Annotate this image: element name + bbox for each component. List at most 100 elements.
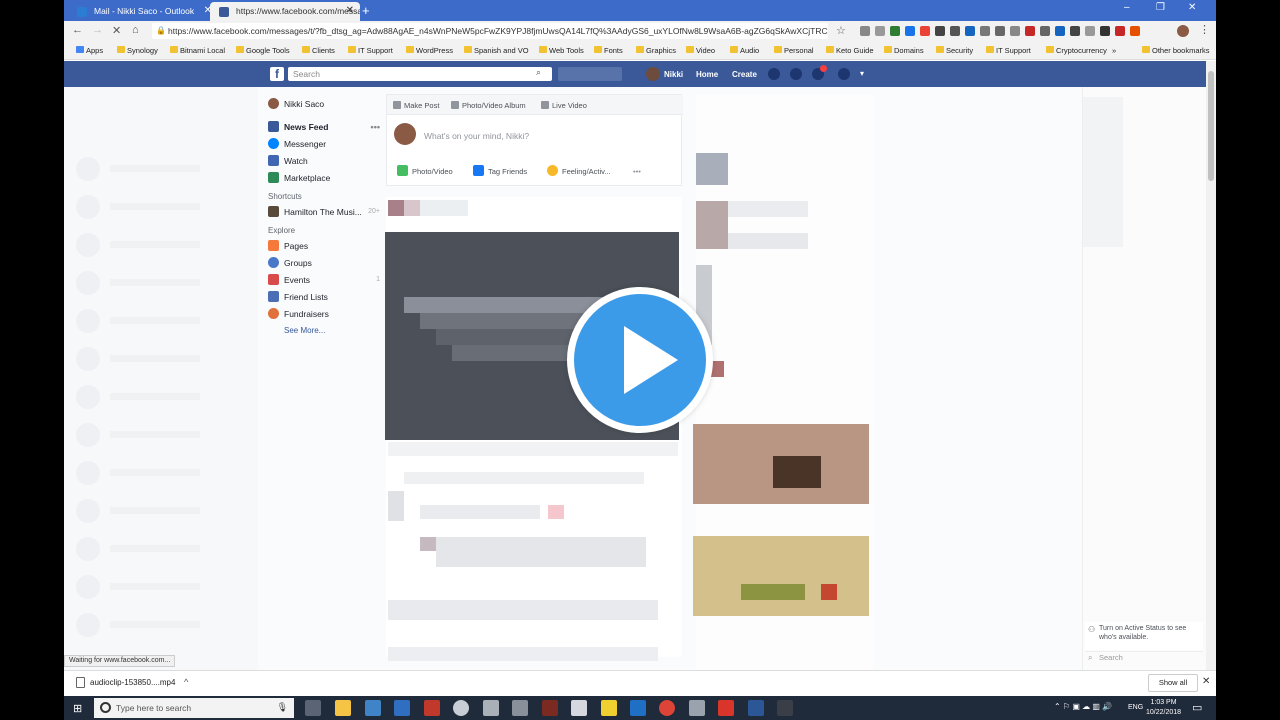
stop-icon[interactable]: ✕: [112, 24, 121, 37]
calculator-icon[interactable]: [483, 700, 499, 716]
bookmark-folder[interactable]: Audio: [730, 46, 759, 55]
extension-icon[interactable]: [1115, 26, 1125, 36]
bookmark-folder[interactable]: Google Tools: [236, 46, 290, 55]
clock-app-icon[interactable]: [453, 700, 469, 716]
outlook-icon[interactable]: [630, 700, 646, 716]
bookmark-folder[interactable]: Fonts: [594, 46, 623, 55]
photo-video-button[interactable]: Photo/Video: [397, 165, 453, 176]
maximize-button[interactable]: ❐: [1156, 2, 1165, 13]
action-center-icon[interactable]: ▭: [1192, 701, 1202, 714]
nav-events[interactable]: Events 1: [268, 271, 380, 288]
composer-input[interactable]: What's on your mind, Nikki?: [424, 131, 529, 141]
extension-icon[interactable]: [1040, 26, 1050, 36]
extension-icon[interactable]: [1070, 26, 1080, 36]
word-icon[interactable]: [748, 700, 764, 716]
account-menu-icon[interactable]: ▾: [860, 68, 872, 80]
bookmark-folder[interactable]: Video: [686, 46, 715, 55]
bookmark-folder[interactable]: Cryptocurrency: [1046, 46, 1107, 55]
nav-groups[interactable]: Groups: [268, 254, 380, 271]
sticky-notes-icon[interactable]: [601, 700, 617, 716]
nav-fundraisers[interactable]: Fundraisers: [268, 305, 380, 322]
acrobat-icon[interactable]: [718, 700, 734, 716]
close-tab-icon[interactable]: ✕: [346, 5, 354, 16]
see-more-link[interactable]: See More...: [268, 322, 380, 339]
bookmark-folder[interactable]: IT Support: [986, 46, 1031, 55]
microphone-icon[interactable]: 🎙: [277, 702, 288, 713]
search-icon[interactable]: ⌕: [536, 67, 541, 78]
nav-friend-lists[interactable]: Friend Lists: [268, 288, 380, 305]
extension-icon[interactable]: [1100, 26, 1110, 36]
photo-album-tab[interactable]: Photo/Video Album: [451, 101, 526, 110]
tag-friends-button[interactable]: Tag Friends: [473, 165, 527, 176]
play-button[interactable]: [567, 287, 713, 433]
bookmark-folder[interactable]: Clients: [302, 46, 335, 55]
language-indicator[interactable]: ENG: [1128, 704, 1143, 711]
app-icon[interactable]: [777, 700, 793, 716]
extension-icon[interactable]: [905, 26, 915, 36]
extension-icon[interactable]: [875, 26, 885, 36]
url-bar[interactable]: 🔒 https://www.facebook.com/messages/t/?f…: [152, 23, 828, 39]
more-actions-icon[interactable]: •••: [633, 167, 641, 176]
download-item[interactable]: audioclip-153850....mp4: [76, 677, 175, 688]
bookmark-folder[interactable]: Security: [936, 46, 973, 55]
app-icon[interactable]: [394, 700, 410, 716]
app-icon[interactable]: [689, 700, 705, 716]
active-status-prompt[interactable]: ⚇ Turn on Active Status to see who's ava…: [1085, 622, 1203, 650]
minimize-button[interactable]: –: [1124, 2, 1130, 13]
bookmark-star-icon[interactable]: ☆: [836, 24, 846, 37]
app-icon[interactable]: [512, 700, 528, 716]
app-icon[interactable]: [542, 700, 558, 716]
messenger-icon[interactable]: [790, 68, 802, 80]
bookmark-folder[interactable]: Keto Guide: [826, 46, 874, 55]
browser-menu-icon[interactable]: ⋮: [1199, 23, 1210, 36]
shortcut-hamilton[interactable]: Hamilton The Musi... 20+: [268, 203, 380, 220]
bookmark-folder[interactable]: Other bookmarks: [1142, 46, 1210, 55]
taskbar-clock[interactable]: 1:03 PM 10/22/2018: [1146, 698, 1181, 718]
nav-pages[interactable]: Pages: [268, 237, 380, 254]
bookmarks-overflow[interactable]: »: [1112, 46, 1116, 55]
nav-messenger[interactable]: Messenger: [268, 135, 380, 152]
extension-icon[interactable]: [890, 26, 900, 36]
extension-icon[interactable]: [935, 26, 945, 36]
tab-facebook[interactable]: https://www.facebook.com/messages/t/?fb_…: [210, 2, 360, 21]
extension-icon[interactable]: [1025, 26, 1035, 36]
windows-start-icon[interactable]: ⊞: [73, 702, 82, 715]
more-options-icon[interactable]: •••: [371, 122, 380, 132]
extension-icon[interactable]: [920, 26, 930, 36]
live-video-tab[interactable]: Live Video: [541, 101, 587, 110]
chevron-up-icon[interactable]: ^: [184, 677, 188, 687]
home-link[interactable]: Home: [696, 70, 718, 79]
nav-marketplace[interactable]: Marketplace: [268, 169, 380, 186]
bookmark-folder[interactable]: Personal: [774, 46, 814, 55]
nav-news-feed[interactable]: News Feed •••: [268, 118, 380, 135]
show-all-button[interactable]: Show all: [1148, 674, 1198, 692]
profile-avatar[interactable]: [1177, 25, 1189, 37]
extension-icon[interactable]: [860, 26, 870, 36]
extension-icon[interactable]: [980, 26, 990, 36]
app-icon[interactable]: [571, 700, 587, 716]
scrollbar-thumb[interactable]: [1208, 71, 1214, 181]
profile-link[interactable]: Nikki: [646, 67, 683, 81]
extension-icon[interactable]: [950, 26, 960, 36]
bookmark-folder[interactable]: IT Support: [348, 46, 393, 55]
bookmark-folder[interactable]: Synology: [117, 46, 158, 55]
bookmark-folder[interactable]: Spanish and VO: [464, 46, 529, 55]
file-explorer-icon[interactable]: [335, 700, 351, 716]
system-tray-icons[interactable]: ⌃ ⚐ ▣ ☁ ▥ 🔊: [1054, 702, 1112, 711]
home-icon[interactable]: ⌂: [132, 24, 139, 36]
friend-requests-icon[interactable]: [768, 68, 780, 80]
chrome-icon[interactable]: [659, 700, 675, 716]
chat-search-input[interactable]: ⌕ Search: [1085, 651, 1203, 665]
bookmark-folder[interactable]: WordPress: [406, 46, 453, 55]
facebook-search-input[interactable]: Search: [288, 67, 552, 81]
bookmark-folder[interactable]: Bitnami Local: [170, 46, 225, 55]
task-view-icon[interactable]: [305, 700, 321, 716]
forward-icon[interactable]: →: [92, 24, 103, 36]
bookmark-folder[interactable]: Domains: [884, 46, 924, 55]
new-tab-button[interactable]: +: [362, 3, 370, 18]
app-icon[interactable]: [424, 700, 440, 716]
extension-icon[interactable]: [995, 26, 1005, 36]
extension-icon[interactable]: [965, 26, 975, 36]
app-icon[interactable]: [365, 700, 381, 716]
profile-nav-item[interactable]: Nikki Saco: [268, 95, 380, 112]
